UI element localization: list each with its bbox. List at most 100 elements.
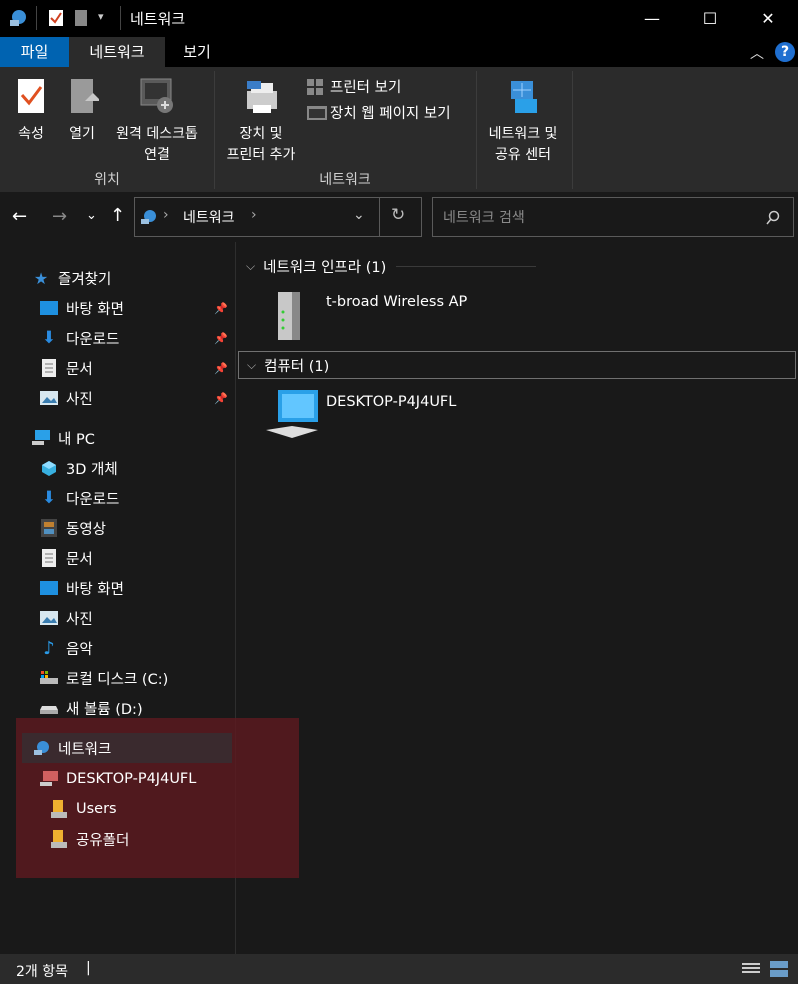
group-computer-header[interactable]: ⌵ 컴퓨터 (1) (238, 351, 796, 379)
large-icons-view-icon[interactable] (770, 961, 788, 981)
network-center-label-2: 공유 센터 (495, 147, 551, 163)
nav-documents-label: 문서 (66, 551, 93, 568)
ribbon: 속성 열기 원격 데스크톱 연결 장치 및 프린터 추가 프린터 보기 장치 웹… (0, 67, 798, 192)
up-arrow-icon[interactable]: ↑ (110, 205, 125, 226)
item-desktop-computer-label: DESKTOP-P4J4UFL (326, 394, 457, 410)
download-arrow-icon: ⬇ (41, 488, 57, 508)
nav-volume-d[interactable]: 새 볼륨 (D:) (40, 693, 143, 723)
device-webpage-icon (307, 105, 327, 120)
minimize-button[interactable]: — (622, 0, 682, 37)
nav-3d-objects-label: 3D 개체 (66, 461, 118, 478)
address-separator-2[interactable]: › (251, 207, 257, 223)
pictures-icon (40, 609, 58, 627)
address-root[interactable]: 네트워크 (183, 207, 235, 227)
address-bar[interactable]: › 네트워크 › ⌄ ↻ (134, 197, 422, 237)
tab-view[interactable]: 보기 (165, 37, 229, 67)
nav-local-disk-c[interactable]: 로컬 디스크 (C:) (40, 663, 168, 693)
remote-desktop-label-2: 연결 (144, 147, 170, 163)
nav-music[interactable]: ♪ 음악 (40, 633, 92, 663)
group-location-label: 위치 (94, 172, 120, 188)
search-icon[interactable] (765, 210, 781, 226)
address-dropdown-icon[interactable]: ⌄ (353, 207, 365, 223)
cube-icon (40, 459, 58, 477)
nav-share-users[interactable]: Users (50, 794, 117, 824)
properties-label: 속성 (18, 126, 44, 142)
open-icon (71, 79, 101, 113)
network-icon (32, 739, 50, 757)
nav-volume-d-label: 새 볼륨 (D:) (66, 701, 143, 718)
maximize-button[interactable]: ☐ (680, 0, 740, 37)
nav-documents[interactable]: 문서 (40, 543, 93, 573)
nav-favorites-label: 즐겨찾기 (58, 271, 112, 288)
nav-pictures[interactable]: 사진 (40, 603, 93, 633)
details-view-icon[interactable] (742, 962, 760, 980)
group-computer-label: 컴퓨터 (1) (264, 358, 330, 375)
nav-share-folder-label: 공유폴더 (76, 832, 130, 849)
properties-button[interactable]: 속성 (6, 77, 56, 145)
nav-fav-pictures[interactable]: 사진 📌 (40, 383, 232, 413)
nav-3d-objects[interactable]: 3D 개체 (40, 453, 118, 483)
tab-network[interactable]: 네트워크 (69, 37, 165, 67)
status-bar: 2개 항목 | (0, 954, 798, 984)
nav-fav-downloads-label: 다운로드 (66, 331, 120, 348)
shared-folder-icon (50, 830, 68, 848)
drive-icon (40, 669, 58, 687)
window-title: 네트워크 (130, 10, 186, 28)
add-devices-label-2: 프린터 추가 (226, 147, 296, 163)
properties-quick-icon[interactable] (48, 9, 64, 31)
nav-fav-documents[interactable]: 문서 📌 (40, 353, 232, 383)
quick-access-dropdown-icon[interactable]: ▾ (98, 10, 104, 23)
open-label: 열기 (69, 126, 95, 142)
view-device-webpage-button[interactable]: 장치 웹 페이지 보기 (306, 102, 451, 123)
nav-downloads-label: 다운로드 (66, 491, 120, 508)
nav-share-users-label: Users (76, 801, 117, 817)
desktop-icon (40, 299, 58, 317)
nav-fav-desktop[interactable]: 바탕 화면 📌 (40, 293, 232, 323)
pin-icon[interactable]: 📌 (214, 392, 228, 405)
desktop-icon (40, 579, 58, 597)
item-desktop-computer[interactable]: DESKTOP-P4J4UFL (262, 384, 502, 444)
pin-icon[interactable]: 📌 (214, 332, 228, 345)
nav-network[interactable]: 네트워크 (22, 733, 232, 763)
add-devices-button[interactable]: 장치 및 프린터 추가 (218, 77, 304, 166)
network-sharing-center-button[interactable]: 네트워크 및 공유 센터 (480, 77, 566, 166)
nav-local-disk-c-label: 로컬 디스크 (C:) (66, 671, 169, 688)
address-separator-1[interactable]: › (163, 207, 169, 223)
item-wireless-ap[interactable]: t-broad Wireless AP (268, 286, 508, 346)
forward-arrow-icon[interactable]: → (52, 206, 67, 227)
nav-this-pc[interactable]: 내 PC (32, 423, 232, 453)
collapse-chevron-icon[interactable]: ⌵ (246, 259, 255, 274)
tab-file[interactable]: 파일 (0, 37, 69, 67)
close-button[interactable]: ✕ (738, 0, 798, 37)
collapse-chevron-icon[interactable]: ⌵ (247, 358, 256, 373)
nav-downloads[interactable]: ⬇ 다운로드 (40, 483, 120, 513)
pin-icon[interactable]: 📌 (214, 302, 228, 315)
search-box[interactable]: 네트워크 검색 (432, 197, 794, 237)
network-app-icon[interactable] (8, 8, 28, 32)
recent-locations-chevron-icon[interactable]: ⌄ (86, 208, 97, 223)
open-button[interactable]: 열기 (60, 77, 104, 145)
nav-share-folder[interactable]: 공유폴더 (50, 824, 129, 854)
view-printers-button[interactable]: 프린터 보기 (306, 76, 401, 97)
nav-computer-desktop[interactable]: DESKTOP-P4J4UFL (40, 764, 196, 794)
help-icon[interactable]: ? (775, 42, 795, 62)
shared-folder-icon (50, 800, 68, 818)
music-note-icon: ♪ (43, 637, 55, 659)
network-address-icon (141, 210, 156, 224)
remote-desktop-button[interactable]: 원격 데스크톱 연결 (106, 77, 208, 166)
nav-favorites[interactable]: ★ 즐겨찾기 (32, 263, 232, 293)
search-placeholder: 네트워크 검색 (443, 210, 525, 226)
nav-fav-downloads[interactable]: ⬇ 다운로드 📌 (40, 323, 232, 353)
collapse-ribbon-icon[interactable]: ︿ (750, 43, 764, 63)
refresh-icon[interactable]: ↻ (391, 205, 405, 225)
nav-desktop[interactable]: 바탕 화면 (40, 573, 124, 603)
pin-icon[interactable]: 📌 (214, 362, 228, 375)
title-bar: ▾ 네트워크 — ☐ ✕ (0, 0, 798, 37)
new-folder-quick-icon[interactable] (74, 9, 88, 31)
group-network-infra-header[interactable]: ⌵ 네트워크 인프라 (1) (246, 256, 791, 277)
back-arrow-icon[interactable]: ← (12, 206, 27, 227)
group-network-label: 네트워크 (319, 172, 371, 188)
computer-icon (40, 770, 58, 788)
status-separator: | (86, 960, 91, 976)
nav-videos[interactable]: 동영상 (40, 513, 106, 543)
